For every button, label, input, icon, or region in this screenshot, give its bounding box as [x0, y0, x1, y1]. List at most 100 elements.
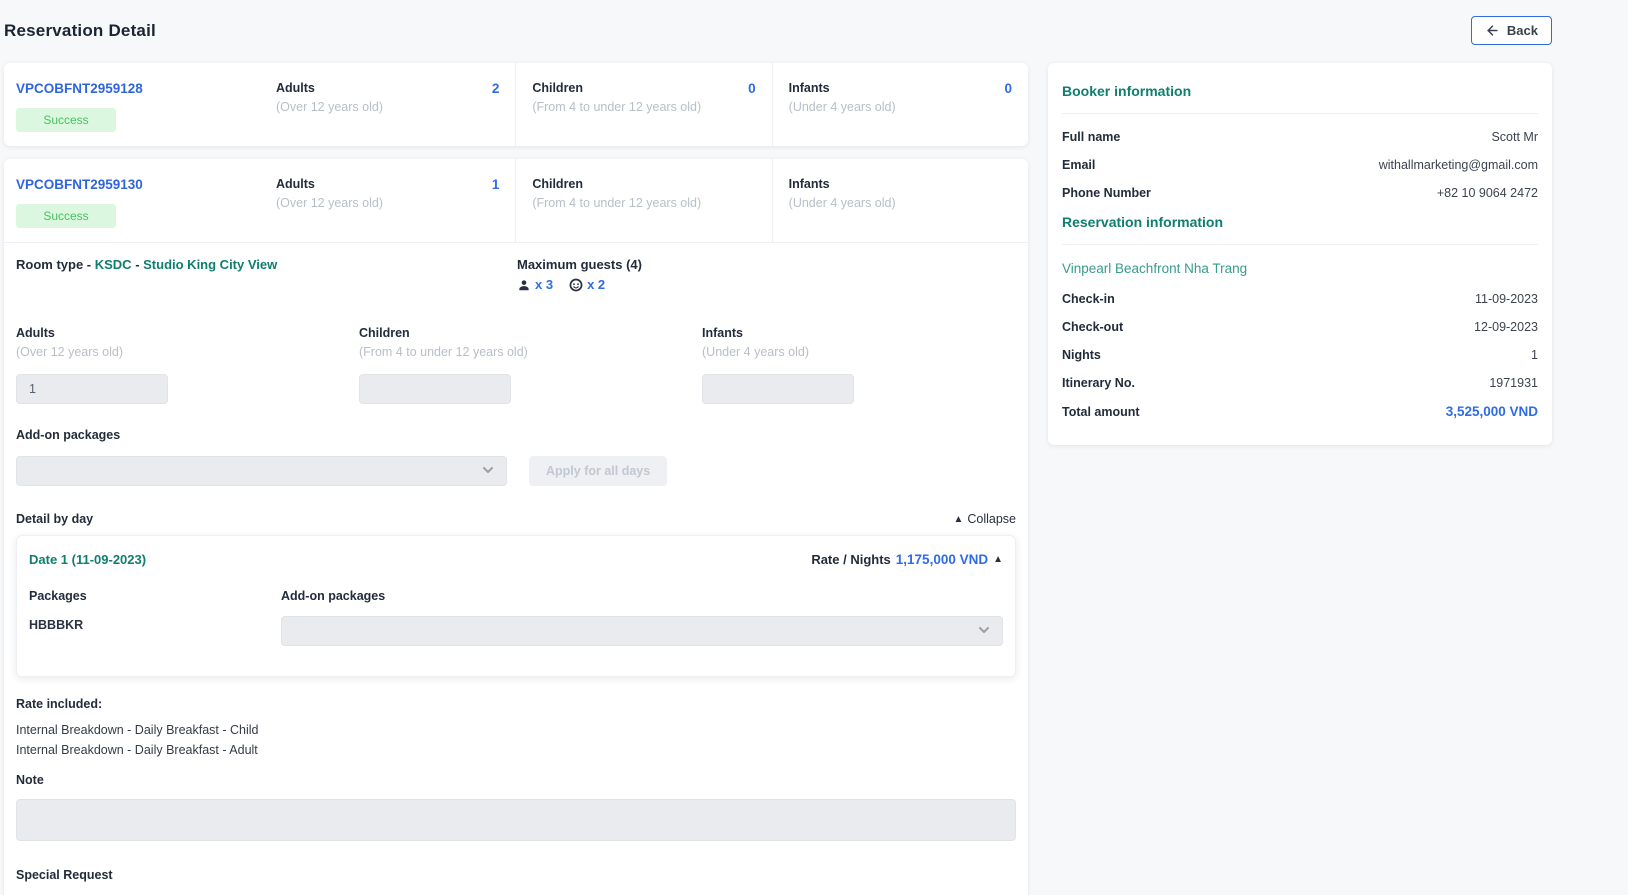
divider [1062, 244, 1538, 245]
day-addon-select[interactable] [281, 616, 1003, 646]
rate-value: 1,175,000 VND [896, 552, 988, 567]
max-children-count: x 2 [587, 277, 605, 292]
rate-per-night[interactable]: Rate / Nights 1,175,000 VND ▲ [811, 552, 1003, 567]
nights-label: Nights [1062, 348, 1101, 362]
info-row: Itinerary No. 1971931 [1062, 376, 1538, 390]
rate-included-label: Rate included: [16, 697, 1016, 711]
infants-sub: (Under 4 years old) [789, 196, 896, 210]
divider [1062, 113, 1538, 114]
rate-included: Rate included: Internal Breakdown - Dail… [16, 697, 1016, 757]
info-row: Email withallmarketing@gmail.com [1062, 158, 1538, 172]
reservation-code[interactable]: VPCOBFNT2959128 [16, 81, 248, 96]
children-sub: (From 4 to under 12 years old) [532, 196, 701, 210]
infants-label: Infants [789, 81, 896, 95]
email-value: withallmarketing@gmail.com [1379, 158, 1538, 172]
status-badge: Success [16, 204, 116, 228]
infants-occupancy: Infants (Under 4 years old) [702, 326, 1045, 404]
infants-sub: (Under 4 years old) [789, 100, 896, 114]
chevron-down-icon [480, 462, 496, 481]
adults-sub: (Over 12 years old) [276, 196, 383, 210]
checkin-value: 11-09-2023 [1475, 292, 1538, 306]
page-title: Reservation Detail [4, 21, 156, 41]
nights-value: 1 [1531, 348, 1538, 362]
package-code: HBBBKR [29, 618, 281, 632]
fullname-label: Full name [1062, 130, 1120, 144]
adults-occupancy: Adults (Over 12 years old) [16, 326, 359, 404]
room-type: Room type - KSDC - Studio King City View [16, 257, 517, 292]
reservation-detail-page: Reservation Detail Back VPCOBFNT2959128 … [0, 0, 1628, 895]
special-request-label: Special Request [16, 868, 1016, 882]
email-label: Email [1062, 158, 1095, 172]
infants-summary: Infants (Under 4 years old) [772, 159, 1028, 242]
adults-label: Adults [276, 81, 383, 95]
hotel-link[interactable]: Vinpearl Beachfront Nha Trang [1062, 261, 1538, 276]
adults-summary: Adults (Over 12 years old) 2 [260, 63, 515, 146]
packages-label: Packages [29, 589, 281, 603]
children-label: Children [532, 81, 701, 95]
room-type-separator: - [132, 257, 144, 272]
adults-label: Adults [276, 177, 383, 191]
child-face-icon [569, 278, 583, 292]
reservation-code[interactable]: VPCOBFNT2959130 [16, 177, 248, 192]
fullname-value: Scott Mr [1491, 130, 1538, 144]
triangle-up-icon: ▲ [953, 514, 963, 525]
detail-by-day-label: Detail by day [16, 512, 93, 526]
person-icon [517, 278, 531, 292]
max-adults-count: x 3 [535, 277, 553, 292]
apply-all-days-button[interactable]: Apply for all days [529, 456, 667, 486]
children-label: Children [359, 326, 702, 340]
collapse-label: Collapse [967, 512, 1016, 526]
note-textarea[interactable] [16, 799, 1016, 841]
infants-value: 0 [1004, 81, 1012, 146]
children-sub: (From 4 to under 12 years old) [359, 345, 702, 359]
adults-value: 2 [492, 81, 500, 146]
checkin-label: Check-in [1062, 292, 1115, 306]
reservation-card-1: VPCOBFNT2959128 Success Adults (Over 12 … [4, 63, 1028, 146]
addon-packages-select[interactable] [16, 456, 507, 486]
children-input[interactable] [359, 374, 511, 404]
checkout-value: 12-09-2023 [1474, 320, 1538, 334]
total-amount-label: Total amount [1062, 405, 1140, 419]
collapse-button[interactable]: ▲ Collapse [953, 512, 1016, 526]
max-guests: Maximum guests (4) x 3 [517, 257, 642, 292]
topbar: Reservation Detail Back [4, 0, 1552, 45]
reservation-info-heading: Reservation information [1062, 214, 1538, 230]
arrow-left-icon [1485, 23, 1500, 38]
info-row: Check-in 11-09-2023 [1062, 292, 1538, 306]
adults-label: Adults [16, 326, 359, 340]
itinerary-label: Itinerary No. [1062, 376, 1135, 390]
info-row: Check-out 12-09-2023 [1062, 320, 1538, 334]
day-date-label: Date 1 (11-09-2023) [29, 552, 146, 567]
children-occupancy: Children (From 4 to under 12 years old) [359, 326, 702, 404]
info-row: Nights 1 [1062, 348, 1538, 362]
triangle-up-icon[interactable]: ▲ [993, 554, 1003, 565]
children-summary: Children (From 4 to under 12 years old) … [515, 63, 771, 146]
children-summary: Children (From 4 to under 12 years old) [515, 159, 771, 242]
adults-input[interactable] [16, 374, 168, 404]
infants-label: Infants [702, 326, 1045, 340]
adults-sub: (Over 12 years old) [276, 100, 383, 114]
children-label: Children [532, 177, 701, 191]
rate-label: Rate / Nights [811, 552, 890, 567]
rate-included-item: Internal Breakdown - Daily Breakfast - A… [16, 743, 1016, 757]
day-card: Date 1 (11-09-2023) Rate / Nights 1,175,… [16, 535, 1016, 677]
addon-packages-label: Add-on packages [16, 428, 1016, 442]
room-code-link[interactable]: KSDC [95, 257, 132, 272]
reservation-header: VPCOBFNT2959128 Success Adults (Over 12 … [4, 63, 1028, 146]
booker-heading: Booker information [1062, 83, 1538, 99]
checkout-label: Check-out [1062, 320, 1123, 334]
day-addon-label: Add-on packages [281, 589, 1003, 603]
itinerary-value: 1971931 [1489, 376, 1538, 390]
infants-summary: Infants (Under 4 years old) 0 [772, 63, 1028, 146]
status-badge: Success [16, 108, 116, 132]
total-amount-value: 3,525,000 VND [1446, 404, 1538, 419]
room-name-link[interactable]: Studio King City View [143, 257, 277, 272]
reservation-header: VPCOBFNT2959130 Success Adults (Over 12 … [4, 159, 1028, 243]
infants-input[interactable] [702, 374, 854, 404]
infants-label: Infants [789, 177, 896, 191]
back-button[interactable]: Back [1471, 16, 1552, 45]
total-amount-row: Total amount 3,525,000 VND [1062, 404, 1538, 419]
adults-summary: Adults (Over 12 years old) 1 [260, 159, 515, 242]
children-sub: (From 4 to under 12 years old) [532, 100, 701, 114]
phone-value: +82 10 9064 2472 [1437, 186, 1538, 200]
